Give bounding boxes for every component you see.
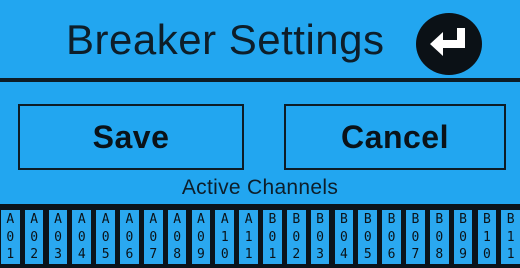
channel-char: 9 — [197, 247, 205, 262]
channel-char: 9 — [459, 247, 467, 262]
channel-char: 1 — [482, 229, 491, 245]
channel-char: 0 — [268, 229, 277, 245]
channel-char: 1 — [244, 229, 253, 245]
channel-char: 1 — [244, 247, 253, 262]
channel-char: B — [387, 212, 396, 227]
channel-strip: A01A02A03A04A05A06A07A08A09A10A11B01B02B… — [0, 204, 520, 268]
channel-char: A — [149, 212, 158, 227]
channel-toggle[interactable]: A 0 9 — [191, 210, 211, 264]
channel-toggle[interactable]: B 0 8 — [429, 210, 449, 264]
channel-toggle[interactable]: B 0 9 — [453, 210, 473, 264]
channel-char: 6 — [125, 247, 134, 262]
channel-char: 0 — [197, 229, 205, 245]
channel-toggle[interactable]: B 0 3 — [310, 210, 330, 264]
header-divider — [0, 78, 520, 82]
back-button[interactable] — [416, 13, 482, 75]
channel-char: 4 — [340, 247, 348, 262]
channel-char: 1 — [6, 247, 15, 262]
channel-char: B — [435, 212, 444, 227]
channel-char: 0 — [387, 229, 396, 245]
save-button[interactable]: Save — [18, 104, 244, 170]
channel-char: B — [411, 212, 420, 227]
channel-char: 2 — [292, 247, 301, 262]
cancel-button[interactable]: Cancel — [284, 104, 506, 170]
channel-char: A — [220, 212, 229, 227]
channel-char: B — [292, 212, 301, 227]
channel-char: 0 — [101, 229, 110, 245]
channel-char: 0 — [340, 229, 348, 245]
channel-char: A — [125, 212, 134, 227]
channel-char: 0 — [220, 247, 229, 262]
channel-toggle[interactable]: A 0 7 — [143, 210, 163, 264]
channel-char: 0 — [411, 229, 420, 245]
channel-char: 3 — [54, 247, 62, 262]
channel-char: 0 — [54, 229, 62, 245]
channel-char: 5 — [363, 247, 372, 262]
channel-char: 0 — [435, 229, 444, 245]
channel-char: A — [244, 212, 253, 227]
channel-char: B — [363, 212, 372, 227]
channel-char: 1 — [506, 229, 515, 245]
channel-char: 4 — [77, 247, 86, 262]
active-channels-label: Active Channels — [181, 176, 339, 199]
channel-toggle[interactable]: B 0 5 — [358, 210, 378, 264]
channel-char: A — [197, 212, 205, 227]
channel-char: B — [482, 212, 491, 227]
channel-toggle[interactable]: A 0 2 — [24, 210, 44, 264]
channel-toggle[interactable]: A 1 0 — [215, 210, 235, 264]
channel-char: 0 — [77, 229, 86, 245]
channel-char: 0 — [316, 229, 324, 245]
channel-char: A — [54, 212, 62, 227]
channel-char: 0 — [149, 229, 158, 245]
channel-char: 2 — [30, 247, 39, 262]
channel-toggle[interactable]: A 0 3 — [48, 210, 68, 264]
channel-toggle[interactable]: A 0 5 — [96, 210, 115, 264]
channel-char: 0 — [125, 229, 134, 245]
channel-toggle[interactable]: B 0 6 — [382, 210, 401, 264]
channel-char: 8 — [435, 247, 444, 262]
channel-toggle[interactable]: B 1 1 — [501, 210, 520, 264]
channel-char: 0 — [6, 229, 15, 245]
channel-char: 1 — [506, 247, 515, 262]
channel-char: A — [6, 212, 15, 227]
return-arrow-icon — [430, 28, 465, 56]
channel-toggle[interactable]: B 0 7 — [406, 210, 425, 264]
channel-char: 0 — [173, 229, 182, 245]
channel-toggle[interactable]: A 1 1 — [239, 210, 258, 264]
channel-char: 5 — [101, 247, 110, 262]
page-title: Breaker Settings — [66, 16, 385, 63]
channel-char: 6 — [387, 247, 396, 262]
channel-toggle[interactable]: A 0 6 — [120, 210, 139, 264]
channel-char: A — [30, 212, 39, 227]
channel-char: A — [77, 212, 86, 227]
channel-char: 1 — [220, 229, 229, 245]
channel-char: B — [316, 212, 324, 227]
channel-char: 3 — [316, 247, 324, 262]
channel-char: 0 — [292, 229, 301, 245]
channel-toggle[interactable]: A 0 4 — [72, 210, 92, 264]
channel-char: 0 — [30, 229, 39, 245]
breaker-settings-screen: Breaker Settings Save Cancel Active Chan… — [0, 0, 520, 268]
channel-char: 7 — [411, 247, 420, 262]
channel-char: B — [268, 212, 277, 227]
channel-toggle[interactable]: B 1 0 — [477, 210, 497, 264]
channel-char: B — [459, 212, 467, 227]
channel-toggle[interactable]: A 0 8 — [167, 210, 187, 264]
channel-toggle[interactable]: B 0 4 — [334, 210, 354, 264]
channel-toggle[interactable]: B 0 1 — [263, 210, 282, 264]
channel-toggle[interactable]: B 0 2 — [286, 210, 306, 264]
channel-toggle[interactable]: A 0 1 — [1, 210, 20, 264]
channel-char: 0 — [363, 229, 372, 245]
channel-char: 0 — [459, 229, 467, 245]
channel-char: 8 — [173, 247, 182, 262]
channel-char: 0 — [482, 247, 491, 262]
channel-char: 7 — [149, 247, 158, 262]
channel-char: A — [101, 212, 110, 227]
channel-char: 1 — [268, 247, 277, 262]
channel-char: B — [340, 212, 348, 227]
channel-char: A — [173, 212, 182, 227]
channel-char: B — [506, 212, 515, 227]
